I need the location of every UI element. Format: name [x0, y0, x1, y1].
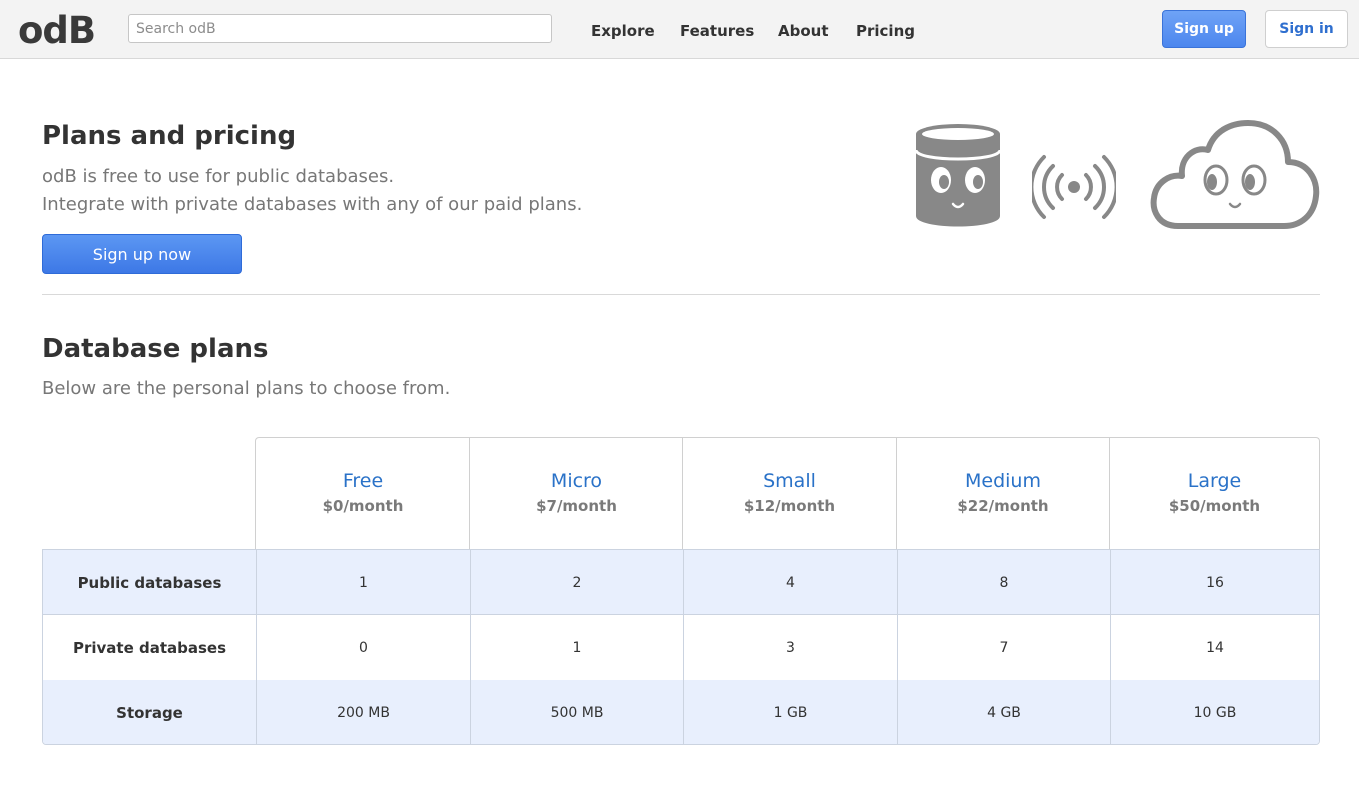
plan-price: $7/month — [536, 497, 617, 515]
nav-features[interactable]: Features — [680, 21, 754, 41]
plan-price: $50/month — [1168, 497, 1261, 515]
nav-pricing[interactable]: Pricing — [856, 21, 915, 41]
plan-price: $22/month — [957, 497, 1049, 515]
plan-column-small: Small $12/month — [682, 438, 896, 550]
table-cell: 7 — [897, 615, 1110, 680]
table-cell: 4 GB — [897, 680, 1110, 744]
table-cell: 8 — [897, 550, 1110, 615]
table-cell: 500 MB — [470, 680, 683, 744]
plan-name: Large — [1187, 470, 1242, 492]
database-face-icon — [914, 124, 1002, 227]
plans-section-title: Database plans — [42, 334, 269, 364]
table-cell: 4 — [683, 550, 897, 615]
row-label: Private databases — [72, 638, 227, 657]
signal-broadcast-icon — [1032, 155, 1116, 219]
table-cell: 1 — [256, 550, 470, 615]
plans-body: Public databases 1 2 4 8 16 Private data… — [42, 549, 1320, 745]
table-cell: 2 — [470, 550, 683, 615]
table-row-private-databases: Private databases 0 1 3 7 14 — [43, 614, 1319, 681]
hero-description-line-1: odB is free to use for public databases. — [42, 166, 395, 187]
table-cell: 1 GB — [683, 680, 897, 744]
table-cell: 1 — [470, 615, 683, 680]
sign-up-button[interactable]: Sign up — [1162, 10, 1246, 48]
plan-column-micro: Micro $7/month — [469, 438, 683, 550]
nav-explore[interactable]: Explore — [591, 21, 655, 41]
table-cell: 14 — [1110, 615, 1319, 680]
table-cell: 0 — [256, 615, 470, 680]
table-cell: 10 GB — [1110, 680, 1319, 744]
plans-header-row: Free $0/month Micro $7/month Small $12/m… — [255, 437, 1320, 550]
table-cell: 200 MB — [256, 680, 470, 744]
plan-price: $12/month — [743, 497, 836, 515]
site-logo[interactable]: odB — [18, 6, 96, 56]
plan-column-large: Large $50/month — [1109, 438, 1319, 550]
cloud-face-icon — [1150, 120, 1320, 229]
hero-description-line-2: Integrate with private databases with an… — [42, 194, 583, 215]
plan-name: Small — [763, 470, 816, 492]
nav-about[interactable]: About — [778, 21, 829, 41]
page-title: Plans and pricing — [42, 121, 297, 151]
plan-price: $0/month — [322, 497, 404, 515]
top-navbar: odB Explore Features About Pricing Sign … — [0, 0, 1359, 59]
plan-column-medium: Medium $22/month — [896, 438, 1109, 550]
section-divider — [42, 294, 1320, 295]
table-row-public-databases: Public databases 1 2 4 8 16 — [43, 550, 1319, 615]
plan-name: Micro — [550, 470, 603, 492]
plans-section-subtitle: Below are the personal plans to choose f… — [42, 378, 451, 399]
row-label: Public databases — [77, 573, 222, 592]
sign-up-now-button[interactable]: Sign up now — [42, 234, 242, 274]
table-cell: 16 — [1110, 550, 1319, 615]
row-label: Storage — [116, 703, 183, 722]
plan-name: Medium — [965, 470, 1041, 492]
plan-name: Free — [342, 470, 384, 492]
search-input[interactable] — [128, 14, 552, 43]
sign-in-button[interactable]: Sign in — [1265, 10, 1348, 48]
plan-column-free: Free $0/month — [256, 438, 470, 550]
table-row-storage: Storage 200 MB 500 MB 1 GB 4 GB 10 GB — [43, 680, 1319, 744]
table-cell: 3 — [683, 615, 897, 680]
